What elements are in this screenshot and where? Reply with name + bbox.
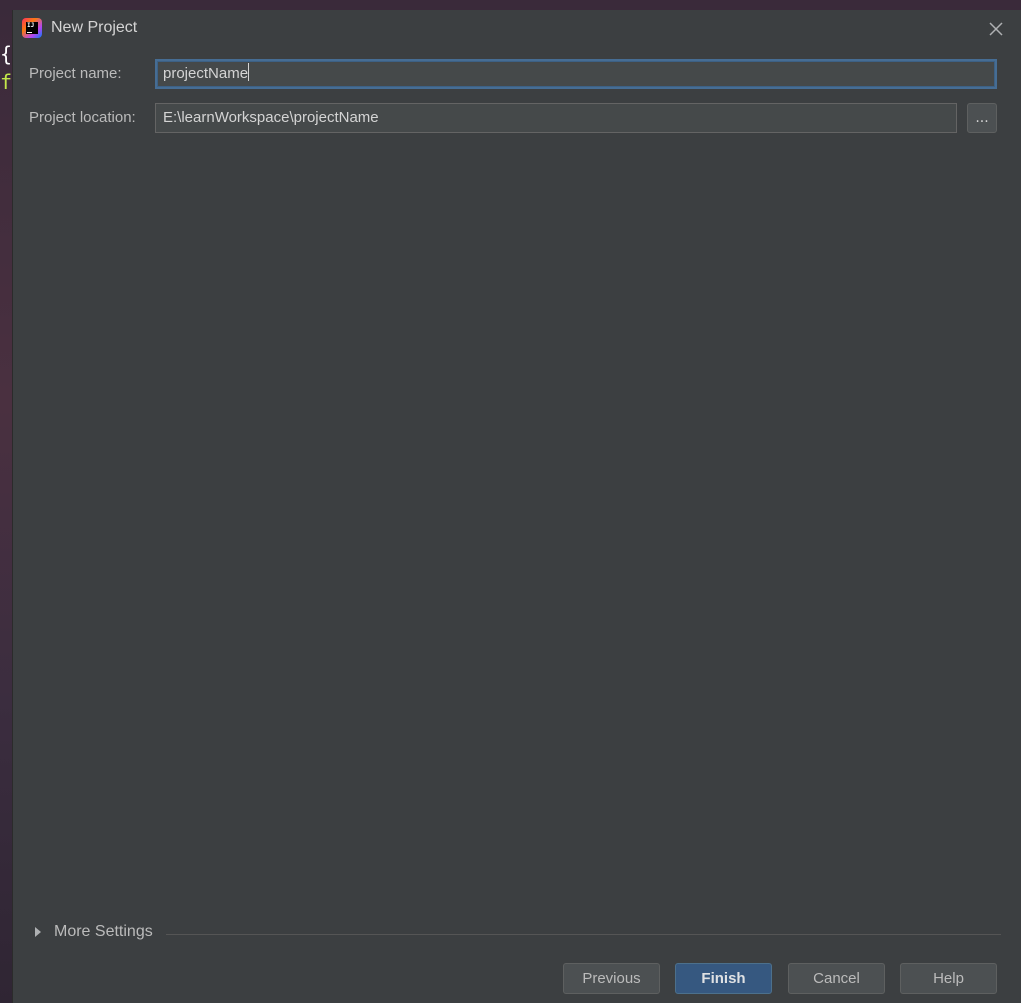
- more-settings-divider: [166, 934, 1001, 935]
- close-icon[interactable]: [985, 18, 1007, 40]
- new-project-dialog: IJ New Project Project name: projectName…: [12, 10, 1021, 1003]
- project-name-input[interactable]: projectName: [155, 59, 997, 89]
- project-name-row: Project name: projectName: [29, 59, 997, 89]
- text-caret: [248, 63, 250, 81]
- project-name-value: projectName: [163, 65, 249, 82]
- finish-button[interactable]: Finish: [675, 963, 772, 994]
- project-location-row: Project location: E:\learnWorkspace\proj…: [29, 103, 997, 133]
- dialog-title: New Project: [51, 19, 138, 36]
- more-settings-label[interactable]: More Settings: [54, 923, 153, 941]
- previous-button[interactable]: Previous: [563, 963, 660, 994]
- project-name-label: Project name:: [29, 65, 122, 82]
- help-button[interactable]: Help: [900, 963, 997, 994]
- project-location-label: Project location:: [29, 109, 136, 126]
- more-settings-section[interactable]: More Settings: [33, 920, 1001, 946]
- dialog-titlebar: IJ New Project: [13, 10, 1021, 48]
- cancel-button[interactable]: Cancel: [788, 963, 885, 994]
- intellij-idea-icon: IJ: [22, 18, 42, 38]
- project-location-input[interactable]: E:\learnWorkspace\projectName: [155, 103, 957, 133]
- project-location-value: E:\learnWorkspace\projectName: [163, 109, 379, 126]
- expand-arrow-icon[interactable]: [35, 927, 41, 937]
- browse-button[interactable]: ...: [967, 103, 997, 133]
